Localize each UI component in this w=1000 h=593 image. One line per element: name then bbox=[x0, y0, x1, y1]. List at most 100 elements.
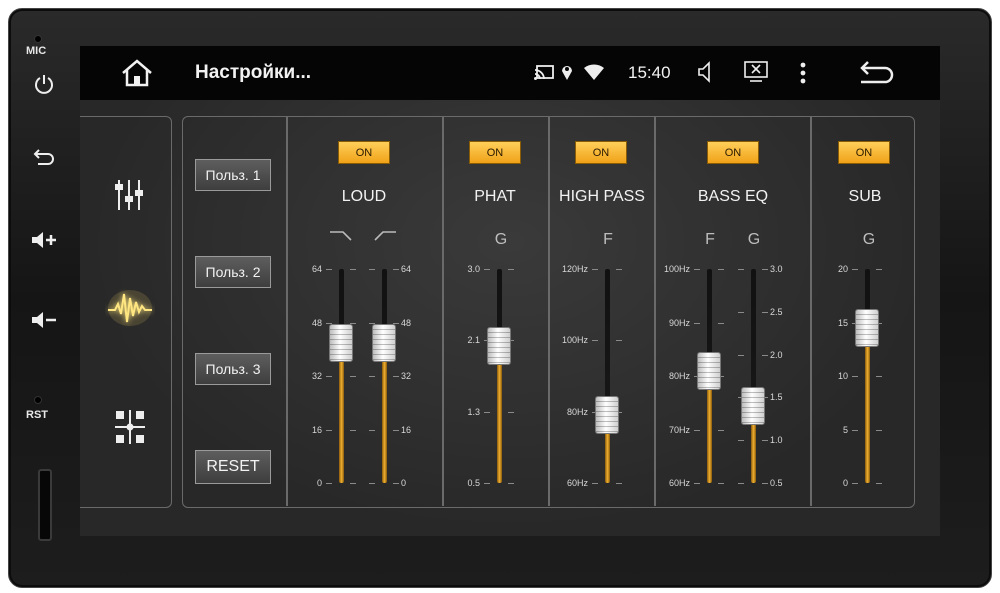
power-icon bbox=[35, 75, 53, 94]
basseq-freq-tick-label: 70Hz bbox=[668, 424, 690, 435]
sub-on-toggle[interactable]: ON bbox=[838, 141, 890, 164]
volume-down-icon bbox=[32, 312, 56, 328]
loud-low-tick-label: 0 bbox=[316, 478, 322, 488]
sub-gain-tick-label: 10 bbox=[837, 371, 848, 381]
basseq-gain-tick-mark bbox=[738, 311, 744, 313]
sub-gain-tick-mark bbox=[852, 376, 858, 377]
sub-gain-tick-label: 15 bbox=[837, 317, 848, 328]
basseq-gain-fader-knob[interactable] bbox=[741, 386, 765, 425]
highpass-freq-fader-knob[interactable] bbox=[595, 396, 619, 435]
phat-gain-tick-label: 3.0 bbox=[467, 264, 480, 274]
loud-high-fader-track[interactable] bbox=[381, 269, 387, 483]
speaker-icon bbox=[698, 61, 710, 83]
wifi-icon bbox=[582, 62, 606, 82]
equalizer-mode-button[interactable] bbox=[112, 175, 146, 215]
phat-gain-tick-mark bbox=[508, 483, 514, 484]
volume-down-button[interactable] bbox=[29, 305, 59, 335]
high-shelf-icon bbox=[374, 231, 396, 241]
phat-gain-fader-track[interactable] bbox=[496, 269, 502, 483]
back-icon bbox=[33, 149, 54, 165]
preset-user-3-button[interactable]: Польз. 3 bbox=[195, 353, 271, 385]
loud-high-tick-mark bbox=[369, 376, 375, 377]
sub-gain-tick-mark bbox=[876, 376, 882, 377]
sub-gain-tick-label: 0 bbox=[842, 478, 848, 488]
sound-effects-mode-button[interactable] bbox=[104, 285, 156, 331]
loud-low-fader-track[interactable] bbox=[338, 269, 344, 483]
loud-title: LOUD bbox=[341, 188, 387, 205]
equalizer-icon bbox=[115, 180, 143, 210]
divider bbox=[286, 117, 288, 506]
balance-mode-button[interactable] bbox=[112, 407, 148, 447]
divider bbox=[810, 117, 812, 506]
basseq-freq-tick-mark bbox=[718, 322, 724, 324]
loud-on-toggle[interactable]: ON bbox=[338, 141, 390, 164]
highpass-freq-tick-label: 60Hz bbox=[566, 478, 588, 488]
basseq-freq-tick-mark bbox=[718, 429, 724, 431]
basseq-freq-tick-mark bbox=[694, 483, 700, 484]
sub-gain-fader-fill bbox=[864, 327, 870, 483]
basseq-gain-tick-label: 1.0 bbox=[770, 435, 783, 446]
audio-settings-panel: Польз. 1 Польз. 2 Польз. 3 RESET ON LOUD… bbox=[182, 116, 915, 508]
loud-high-fader-fill bbox=[381, 342, 387, 483]
basseq-freq-fader-knob[interactable] bbox=[697, 351, 721, 390]
loud-low-tick-mark bbox=[326, 429, 332, 431]
basseq-gain-fader-track[interactable] bbox=[750, 269, 756, 483]
screen-off-icon bbox=[744, 61, 768, 82]
sub-title: SUB bbox=[848, 188, 882, 205]
sub-gain-tick-mark bbox=[876, 269, 882, 270]
rst-label: RST bbox=[26, 409, 48, 421]
highpass-on-toggle[interactable]: ON bbox=[575, 141, 627, 164]
highpass-freq-tick-mark bbox=[592, 269, 598, 270]
power-button[interactable] bbox=[29, 69, 59, 99]
loud-high-tick-mark bbox=[369, 483, 375, 484]
sub-gain-fader-knob[interactable] bbox=[855, 308, 879, 347]
basseq-gain-tick-label: 2.0 bbox=[770, 349, 783, 360]
basseq-freq-label: F bbox=[705, 231, 715, 248]
loud-low-tick-mark bbox=[326, 376, 332, 377]
phat-gain-fader-knob[interactable] bbox=[487, 327, 511, 366]
loud-low-tick-label: 16 bbox=[311, 424, 322, 435]
loud-high-tick-mark bbox=[369, 269, 375, 270]
loud-high-tick-mark bbox=[393, 483, 399, 484]
loud-low-tick-label: 48 bbox=[311, 317, 322, 328]
loud-low-tick-mark bbox=[350, 269, 356, 270]
loud-high-tick-mark bbox=[393, 429, 399, 431]
highpass-title: HIGH PASS bbox=[559, 188, 645, 205]
clock: 15:40 bbox=[628, 63, 671, 82]
sub-gain-tick-label: 5 bbox=[842, 424, 848, 435]
basseq-gain-tick-mark bbox=[762, 440, 768, 442]
basseq-freq-tick-label: 100Hz bbox=[663, 264, 690, 274]
reset-hole[interactable] bbox=[34, 396, 42, 404]
phat-gain-tick-mark bbox=[508, 269, 514, 270]
loud-high-tick-label: 16 bbox=[401, 424, 412, 435]
highpass-freq-tick-mark bbox=[592, 483, 598, 484]
basseq-freq-tick-mark bbox=[718, 483, 724, 484]
phat-gain-tick-label: 1.3 bbox=[467, 406, 480, 417]
phat-on-toggle[interactable]: ON bbox=[469, 141, 521, 164]
screen-off-button[interactable] bbox=[743, 61, 769, 83]
home-button[interactable] bbox=[120, 58, 154, 88]
status-bar: Настройки... 15:40 bbox=[80, 46, 940, 100]
loud-high-fader-knob[interactable] bbox=[372, 323, 396, 362]
loud-low-fader-knob[interactable] bbox=[329, 323, 353, 362]
highpass-freq-tick-label: 120Hz bbox=[561, 264, 588, 274]
sub-gain-fader-track[interactable] bbox=[864, 269, 870, 483]
back-hw-button[interactable] bbox=[29, 143, 59, 173]
back-button[interactable] bbox=[856, 59, 896, 87]
highpass-freq-tick-label: 80Hz bbox=[566, 406, 588, 417]
preset-user-1-button[interactable]: Польз. 1 bbox=[195, 159, 271, 191]
volume-up-button[interactable] bbox=[29, 225, 59, 255]
loud-low-tick-mark bbox=[326, 483, 332, 484]
highpass-freq-tick-mark bbox=[616, 269, 622, 270]
menu-button[interactable] bbox=[795, 60, 811, 86]
reset-button[interactable]: RESET bbox=[195, 450, 271, 484]
highpass-freq-fader-track[interactable] bbox=[604, 269, 610, 483]
basseq-on-toggle[interactable]: ON bbox=[707, 141, 759, 164]
basseq-gain-tick-label: 2.5 bbox=[770, 306, 783, 317]
sub-gain-tick-label: 20 bbox=[837, 264, 848, 274]
preset-user-2-button[interactable]: Польз. 2 bbox=[195, 256, 271, 288]
volume-button[interactable] bbox=[695, 60, 715, 84]
location-icon bbox=[560, 62, 574, 82]
mode-sidebar bbox=[80, 116, 172, 508]
phat-title: PHAT bbox=[474, 188, 516, 205]
